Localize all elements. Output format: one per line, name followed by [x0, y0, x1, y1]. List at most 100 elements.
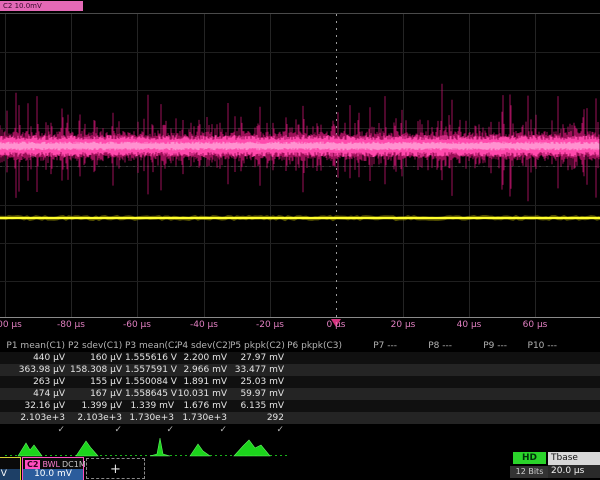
- time-axis-label: 60 µs: [503, 320, 567, 330]
- param-max-cell: 10.031 mV: [177, 388, 230, 400]
- active-trace-badge[interactable]: C2 10.0mV: [0, 1, 83, 11]
- time-axis-label: -100 µs: [0, 320, 37, 330]
- param-sdev-cell: [287, 400, 345, 412]
- param-max-cell: [400, 388, 455, 400]
- param-mean-cell: 158.308 µV: [68, 364, 125, 376]
- param-header-cell[interactable]: P6 pkpk(C3): [287, 340, 345, 352]
- param-status-cell: ✓: [230, 424, 287, 436]
- param-value-cell: [510, 352, 560, 364]
- param-min-cell: 263 µV: [0, 376, 68, 388]
- param-min-cell: 25.03 mV: [230, 376, 287, 388]
- waveform-grid[interactable]: [0, 13, 600, 318]
- param-status-cell: [400, 424, 455, 436]
- time-axis-label: 20 µs: [371, 320, 435, 330]
- time-axis: -100 µs-80 µs-60 µs-40 µs-20 µs0 µs20 µs…: [0, 320, 600, 334]
- param-header-cell[interactable]: P8 ---: [400, 340, 455, 352]
- time-axis-label: 0 µs: [304, 320, 368, 330]
- param-min-cell: [510, 376, 560, 388]
- param-status-cell: [345, 424, 400, 436]
- c2-scale: 10.0 mV: [23, 469, 83, 480]
- param-num-cell: [400, 412, 455, 424]
- param-min-cell: 1.550084 V: [125, 376, 177, 388]
- param-header-cell[interactable]: P10 ---: [510, 340, 560, 352]
- param-sdev-cell: [455, 400, 510, 412]
- param-max-cell: [455, 388, 510, 400]
- waveform-traces: [0, 14, 600, 317]
- param-num-cell: 292: [230, 412, 287, 424]
- param-num-cell: [455, 412, 510, 424]
- oscilloscope-screen: C2 10.0mV -100 µs-80 µs-60 µs-40 µs-20 µ…: [0, 0, 600, 480]
- param-sdev-cell: [510, 400, 560, 412]
- param-value-cell: 1.555616 V: [125, 352, 177, 364]
- resolution-bits: 12 Bits: [510, 466, 549, 478]
- param-mean-cell: 2.966 mV: [177, 364, 230, 376]
- param-value-cell: 27.97 mV: [230, 352, 287, 364]
- time-axis-label: -20 µs: [238, 320, 302, 330]
- param-status-cell: ✓: [68, 424, 125, 436]
- c2-coupling: DC1M: [62, 460, 86, 469]
- channel-c2-descriptor[interactable]: C2 BWL DC1M 10.0 mV: [22, 457, 84, 480]
- param-value-cell: [455, 352, 510, 364]
- param-num-cell: 2.103e+3: [68, 412, 125, 424]
- c1-scale: 10.0 mV: [0, 469, 20, 480]
- param-sdev-cell: 1.339 mV: [125, 400, 177, 412]
- param-value-cell: 160 µV: [68, 352, 125, 364]
- c2-label: C2: [25, 460, 40, 469]
- param-value-cell: 2.200 mV: [177, 352, 230, 364]
- param-min-cell: [455, 376, 510, 388]
- param-max-cell: 1.558645 V: [125, 388, 177, 400]
- time-axis-label: -40 µs: [172, 320, 236, 330]
- param-min-cell: 155 µV: [68, 376, 125, 388]
- param-mean-cell: [287, 364, 345, 376]
- param-mean-cell: [400, 364, 455, 376]
- param-status-cell: ✓: [125, 424, 177, 436]
- param-sdev-cell: 6.135 mV: [230, 400, 287, 412]
- param-header-cell[interactable]: P2 sdev(C1): [68, 340, 125, 352]
- param-value-cell: 440 µV: [0, 352, 68, 364]
- time-axis-label: 40 µs: [437, 320, 501, 330]
- param-sdev-cell: 32.16 µV: [0, 400, 68, 412]
- param-mean-cell: [345, 364, 400, 376]
- param-num-cell: [345, 412, 400, 424]
- histicon-strip: [0, 436, 295, 457]
- param-header-cell[interactable]: P5 pkpk(C2): [230, 340, 287, 352]
- param-value-cell: [287, 352, 345, 364]
- param-min-cell: 1.891 mV: [177, 376, 230, 388]
- param-num-cell: 2.103e+3: [0, 412, 68, 424]
- measurement-table: P1 mean(C1)P2 sdev(C1)P3 mean(C2)P4 sdev…: [0, 340, 600, 436]
- param-sdev-cell: 1.399 µV: [68, 400, 125, 412]
- timebase-label: Tbase: [548, 452, 600, 465]
- param-header-cell[interactable]: P3 mean(C2): [125, 340, 177, 352]
- param-min-cell: [400, 376, 455, 388]
- param-sdev-cell: [345, 400, 400, 412]
- add-trace-button[interactable]: +: [86, 458, 145, 479]
- param-status-cell: [455, 424, 510, 436]
- param-max-cell: 59.97 mV: [230, 388, 287, 400]
- param-max-cell: [345, 388, 400, 400]
- time-axis-label: -60 µs: [105, 320, 169, 330]
- param-max-cell: [287, 388, 345, 400]
- param-status-cell: ✓: [0, 424, 68, 436]
- param-num-cell: [287, 412, 345, 424]
- hd-mode-badge: HD: [513, 452, 546, 464]
- param-max-cell: 474 µV: [0, 388, 68, 400]
- channel-c1-descriptor[interactable]: C1 DC1M 10.0 mV: [0, 457, 21, 480]
- param-header-cell[interactable]: P7 ---: [345, 340, 400, 352]
- c2-bwl-tag: BWL: [42, 460, 60, 469]
- param-sdev-cell: [400, 400, 455, 412]
- param-status-cell: ✓: [177, 424, 230, 436]
- param-status-cell: [510, 424, 560, 436]
- param-num-cell: [510, 412, 560, 424]
- param-sdev-cell: 1.676 mV: [177, 400, 230, 412]
- param-header-cell[interactable]: P1 mean(C1): [0, 340, 68, 352]
- param-mean-cell: 363.98 µV: [0, 364, 68, 376]
- timebase-descriptor[interactable]: Tbase 20.0 µs: [548, 452, 600, 478]
- param-mean-cell: 1.557591 V: [125, 364, 177, 376]
- param-max-cell: 167 µV: [68, 388, 125, 400]
- param-value-cell: [400, 352, 455, 364]
- param-header-cell[interactable]: P4 sdev(C2): [177, 340, 230, 352]
- param-header-cell[interactable]: P9 ---: [455, 340, 510, 352]
- time-axis-label: -80 µs: [39, 320, 103, 330]
- param-mean-cell: [455, 364, 510, 376]
- timebase-value: 20.0 µs: [548, 465, 600, 478]
